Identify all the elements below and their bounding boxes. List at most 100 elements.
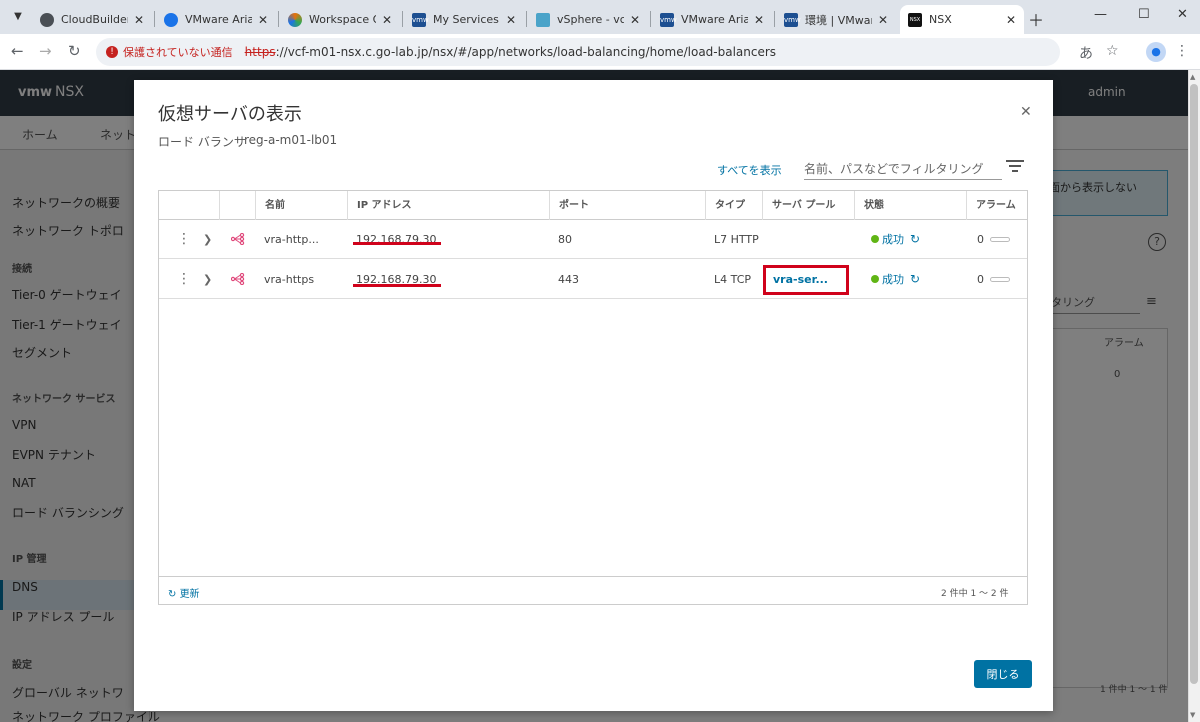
status-text[interactable]: 成功 (882, 273, 904, 286)
tab-title: My Services - Cl (433, 13, 500, 26)
new-tab-icon[interactable]: ＋ (1028, 7, 1044, 31)
close-icon[interactable]: ✕ (506, 13, 516, 27)
virtual-servers-dialog: 仮想サーバの表示 ✕ ロード バランサ reg-a-m01-lb01 すべてを表… (134, 80, 1053, 711)
workspace-one-icon (288, 12, 302, 27)
virtual-server-icon (231, 233, 245, 245)
maximize-icon[interactable]: ☐ (1138, 7, 1150, 22)
tab-divider (774, 11, 775, 27)
expand-chevron-icon[interactable]: ❯ (203, 232, 212, 248)
tab-divider (278, 11, 279, 27)
cell-status: 成功 ↻ (871, 220, 920, 259)
refresh-icon[interactable]: ↻ (910, 232, 920, 246)
row-actions-icon[interactable]: ⋮ (177, 271, 191, 287)
success-dot-icon (871, 235, 879, 243)
column-header-ip[interactable]: IP アドレス (347, 191, 549, 220)
vmware-icon: vmw (660, 12, 677, 27)
column-header-spacer (219, 191, 255, 220)
filter-input[interactable] (804, 158, 1002, 180)
alarm-bar (990, 237, 1010, 242)
profile-avatar-icon[interactable]: ● (1146, 42, 1166, 62)
close-icon[interactable]: ✕ (258, 13, 268, 27)
annotation-underline (353, 284, 441, 287)
alarm-count: 0 (977, 233, 984, 246)
tab-title: VMware Aria Su (681, 13, 748, 26)
back-arrow-icon[interactable]: ← (11, 42, 24, 60)
browser-tab[interactable]: VMware Aria Su ✕ (156, 5, 276, 34)
cell-alarms: 0 (977, 220, 1010, 259)
column-header-alarms[interactable]: アラーム (966, 191, 1027, 220)
annotation-underline (353, 242, 441, 245)
table-row: ⋮ ❯ vra-https 192.168.79.30 443 L4 TCP v… (159, 260, 1027, 299)
browser-tab-bar: ▼ CloudBuilder ✕ VMware Aria Su ✕ Worksp… (0, 0, 1200, 34)
reload-icon[interactable]: ↻ (68, 42, 81, 60)
browser-tab[interactable]: vSphere - vcf-m ✕ (528, 5, 648, 34)
tab-divider (402, 11, 403, 27)
close-icon[interactable]: ✕ (1006, 13, 1016, 27)
close-icon[interactable]: ✕ (754, 13, 764, 27)
url-path: ://vcf-m01-nsx.c.go-lab.jp/nsx/#/app/net… (275, 45, 777, 59)
minimize-icon[interactable]: — (1094, 7, 1107, 22)
refresh-icon[interactable]: ↻ (910, 272, 920, 286)
column-header-type[interactable]: タイプ (705, 191, 762, 220)
cell-name: vra-http... (264, 233, 319, 246)
cell-alarms: 0 (977, 260, 1010, 299)
browser-tab[interactable]: CloudBuilder ✕ (32, 5, 152, 34)
close-button[interactable]: 閉じる (974, 660, 1032, 688)
cell-ip: 192.168.79.30 (356, 273, 437, 286)
close-icon[interactable]: ✕ (382, 13, 392, 27)
tab-title: CloudBuilder (61, 13, 128, 26)
tab-divider (526, 11, 527, 27)
table-row: ⋮ ❯ vra-http... 192.168.79.30 80 L7 HTTP… (159, 220, 1027, 259)
forward-arrow-icon[interactable]: → (39, 42, 52, 60)
tab-search-icon[interactable]: ▼ (8, 7, 28, 27)
load-balancer-value: reg-a-m01-lb01 (244, 133, 338, 147)
close-icon[interactable]: ✕ (878, 13, 888, 27)
scroll-up-arrow-icon[interactable]: ▲ (1190, 73, 1195, 81)
scrollbar-thumb[interactable] (1190, 84, 1198, 684)
grid-footer: ↻ 更新 2 件中 1 ～ 2 件 (159, 576, 1027, 604)
row-actions-icon[interactable]: ⋮ (177, 231, 191, 247)
close-icon[interactable]: ✕ (1020, 104, 1032, 120)
expand-chevron-icon[interactable]: ❯ (203, 272, 212, 288)
url-scheme: https (244, 45, 276, 59)
browser-tab-active[interactable]: NSX NSX ✕ (900, 5, 1024, 34)
column-header-port[interactable]: ポート (549, 191, 705, 220)
tab-title: Workspace ONE (309, 13, 376, 26)
column-header-server-pool[interactable]: サーバ プール (762, 191, 854, 220)
tab-title: NSX (929, 13, 952, 26)
cell-type: L7 HTTP (714, 233, 759, 246)
address-bar[interactable]: ! 保護されていない通信 https ://vcf-m01-nsx.c.go-l… (96, 38, 1060, 66)
refresh-label: 更新 (179, 589, 200, 600)
close-icon[interactable]: ✕ (134, 13, 144, 27)
cell-name: vra-https (264, 273, 315, 286)
window-close-icon[interactable]: ✕ (1177, 7, 1188, 22)
grid-header: 名前 IP アドレス ポート タイプ サーバ プール 状態 アラーム (159, 191, 1027, 220)
scroll-down-arrow-icon[interactable]: ▼ (1190, 711, 1195, 719)
browser-tab[interactable]: Workspace ONE ✕ (280, 5, 400, 34)
cell-port: 443 (558, 273, 579, 286)
refresh-icon: ↻ (168, 589, 180, 600)
browser-tab[interactable]: vmw VMware Aria Su ✕ (652, 5, 772, 34)
browser-toolbar: ← → ↻ ! 保護されていない通信 https ://vcf-m01-nsx.… (0, 34, 1200, 70)
column-header-name[interactable]: 名前 (255, 191, 347, 220)
filter-icon[interactable] (1006, 160, 1024, 174)
show-all-link[interactable]: すべてを表示 (717, 162, 782, 178)
security-warning[interactable]: 保護されていない通信 (123, 44, 233, 60)
translate-icon[interactable]: あ (1079, 43, 1093, 63)
alarm-bar (990, 277, 1010, 282)
close-icon[interactable]: ✕ (630, 13, 640, 27)
warning-icon: ! (106, 46, 118, 58)
annotation-highlight-box (763, 265, 849, 295)
load-balancer-label: ロード バランサ (158, 135, 246, 149)
browser-tab[interactable]: vmw My Services - Cl ✕ (404, 5, 524, 34)
cell-ip: 192.168.79.30 (356, 233, 437, 246)
tab-divider (650, 11, 651, 27)
browser-menu-icon[interactable]: ⋮ (1175, 43, 1189, 59)
bookmark-star-icon[interactable]: ☆ (1106, 43, 1119, 59)
browser-tab[interactable]: vmw 環境 | VMware A ✕ (776, 5, 896, 34)
status-text[interactable]: 成功 (882, 233, 904, 246)
refresh-button[interactable]: ↻ 更新 (168, 585, 200, 600)
column-header-status[interactable]: 状態 (854, 191, 966, 220)
vmware-icon: vmw (784, 12, 801, 27)
cell-port: 80 (558, 233, 572, 246)
